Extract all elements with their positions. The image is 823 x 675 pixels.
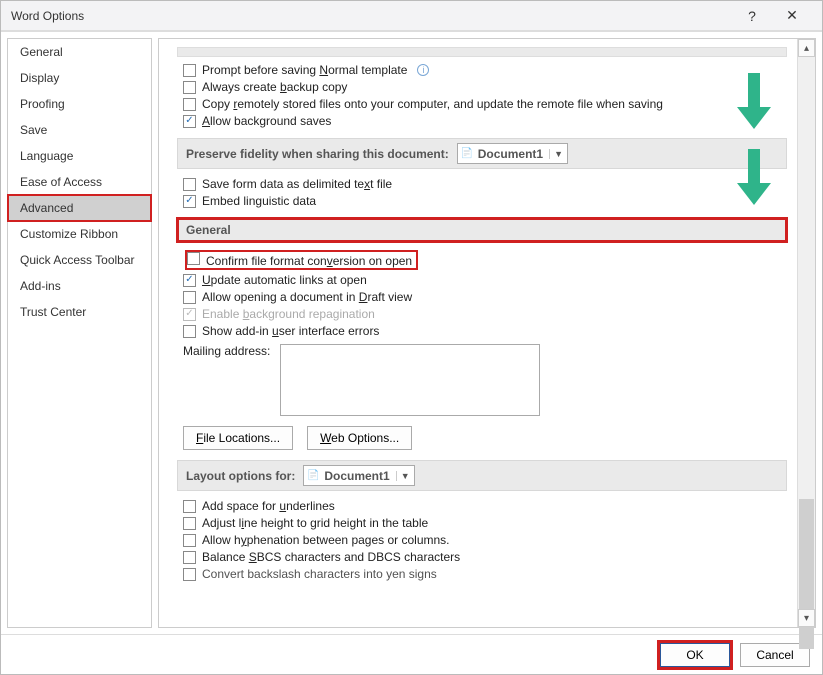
label-bg_repag: Enable background repagination [202,307,375,321]
label-addin_errors: Show add-in user interface errors [202,324,379,338]
sidebar-item-language[interactable]: Language [8,143,151,169]
option-draft_open: Allow opening a document in Draft view [183,290,787,304]
checkbox-allow_hyphen[interactable] [183,534,196,547]
document-icon: 📄 [458,148,476,159]
label-embed_ling: Embed linguistic data [202,194,316,208]
label-confirm_conv: Confirm file format conversion on open [206,254,412,268]
sidebar-item-quick-access-toolbar[interactable]: Quick Access Toolbar [8,247,151,273]
label-copy_remote: Copy remotely stored files onto your com… [202,97,663,111]
titlebar: Word Options ? ✕ [1,1,822,31]
checkbox-save_form_data[interactable] [183,178,196,191]
sidebar-item-save[interactable]: Save [8,117,151,143]
label-allow_hyphen: Allow hyphenation between pages or colum… [202,533,450,547]
checkbox-copy_remote[interactable] [183,98,196,111]
chevron-down-icon: ▼ [549,149,567,159]
annotation-arrow-2-icon [737,149,771,205]
content-scroll: Prompt before saving Normal template i Alw… [159,39,797,627]
mailing-address-label: Mailing address: [183,344,270,358]
highlighted-option: Confirm file format conversion on open [185,250,418,270]
label-adjust_line: Adjust line height to grid height in the… [202,516,428,530]
dialog-title: Word Options [11,9,732,23]
info-icon[interactable]: i [417,64,429,76]
option-bg_saves: Allow background saves [183,114,787,128]
mailing-address-row: Mailing address: [183,344,787,416]
label-prompt_normal: Prompt before saving Normal template [202,63,407,77]
word-options-dialog: Word Options ? ✕ GeneralDisplayProofingS… [0,0,823,675]
web-options-button[interactable]: Web Options... [307,426,412,450]
content-pane: Prompt before saving Normal template i Alw… [158,38,816,628]
label-draft_open: Allow opening a document in Draft view [202,290,412,304]
sidebar-item-ease-of-access[interactable]: Ease of Access [8,169,151,195]
option-bg_repag: Enable background repagination [183,307,787,321]
label-space_underlines: Add space for underlines [202,499,335,513]
checkbox-balance_sbcs[interactable] [183,551,196,564]
option-convert_backslash: Convert backslash characters into yen si… [183,567,787,581]
section-header-partial [177,47,787,57]
layout-doc-dropdown[interactable]: 📄Document1▼ [303,465,414,486]
fidelity-doc-dropdown[interactable]: 📄Document1▼ [457,143,568,164]
label-auto_links: Update automatic links at open [202,273,367,287]
option-save_form_data: Save form data as delimited text file [183,177,787,191]
sidebar-item-display[interactable]: Display [8,65,151,91]
file-locations-button[interactable]: File Locations... [183,426,293,450]
general-buttons-row: File Locations... Web Options... [183,426,787,450]
checkbox-bg_saves[interactable] [183,115,196,128]
section-general: General [177,218,787,242]
option-confirm_conv: Confirm file format conversion on open [183,250,787,270]
category-sidebar: GeneralDisplayProofingSaveLanguageEase o… [7,38,152,628]
checkbox-prompt_normal[interactable] [183,64,196,77]
sidebar-item-add-ins[interactable]: Add-ins [8,273,151,299]
sidebar-item-customize-ribbon[interactable]: Customize Ribbon [8,221,151,247]
chevron-down-icon: ▼ [396,471,414,481]
dialog-body: GeneralDisplayProofingSaveLanguageEase o… [1,31,822,634]
label-save_form_data: Save form data as delimited text file [202,177,392,191]
sidebar-item-trust-center[interactable]: Trust Center [8,299,151,325]
vertical-scrollbar[interactable]: ▴ ▾ [797,39,815,627]
document-icon: 📄 [304,470,322,481]
fidelity-doc-dropdown-label: Document1 [476,147,549,161]
option-adjust_line: Adjust line height to grid height in the… [183,516,787,530]
scroll-down-arrow[interactable]: ▾ [798,609,815,627]
checkbox-space_underlines[interactable] [183,500,196,513]
section-fidelity-label: Preserve fidelity when sharing this docu… [186,147,449,161]
scroll-up-arrow[interactable]: ▴ [798,39,815,57]
checkbox-backup_copy[interactable] [183,81,196,94]
option-auto_links: Update automatic links at open [183,273,787,287]
option-copy_remote: Copy remotely stored files onto your com… [183,97,787,111]
option-addin_errors: Show add-in user interface errors [183,324,787,338]
option-allow_hyphen: Allow hyphenation between pages or colum… [183,533,787,547]
annotation-arrow-1-icon [737,73,771,129]
checkbox-addin_errors[interactable] [183,325,196,338]
option-prompt_normal: Prompt before saving Normal template i [183,63,787,77]
section-layout: Layout options for: 📄Document1▼ [177,460,787,491]
checkbox-convert_backslash[interactable] [183,568,196,581]
help-button[interactable]: ? [732,8,772,24]
label-backup_copy: Always create backup copy [202,80,347,94]
checkbox-adjust_line[interactable] [183,517,196,530]
label-bg_saves: Allow background saves [202,114,331,128]
close-button[interactable]: ✕ [772,7,812,24]
sidebar-item-proofing[interactable]: Proofing [8,91,151,117]
ok-button[interactable]: OK [660,643,730,667]
label-balance_sbcs: Balance SBCS characters and DBCS charact… [202,550,460,564]
dialog-footer: OK Cancel [1,634,822,674]
option-backup_copy: Always create backup copy [183,80,787,94]
checkbox-embed_ling[interactable] [183,195,196,208]
checkbox-confirm_conv[interactable] [187,252,200,265]
sidebar-item-general[interactable]: General [8,39,151,65]
sidebar-item-advanced[interactable]: Advanced [8,195,151,221]
checkbox-draft_open[interactable] [183,291,196,304]
option-space_underlines: Add space for underlines [183,499,787,513]
section-fidelity: Preserve fidelity when sharing this docu… [177,138,787,169]
label-convert_backslash: Convert backslash characters into yen si… [202,567,437,581]
section-layout-label: Layout options for: [186,469,295,483]
checkbox-bg_repag [183,308,196,321]
layout-doc-dropdown-label: Document1 [322,469,395,483]
option-embed_ling: Embed linguistic data [183,194,787,208]
checkbox-auto_links[interactable] [183,274,196,287]
option-balance_sbcs: Balance SBCS characters and DBCS charact… [183,550,787,564]
mailing-address-input[interactable] [280,344,540,416]
